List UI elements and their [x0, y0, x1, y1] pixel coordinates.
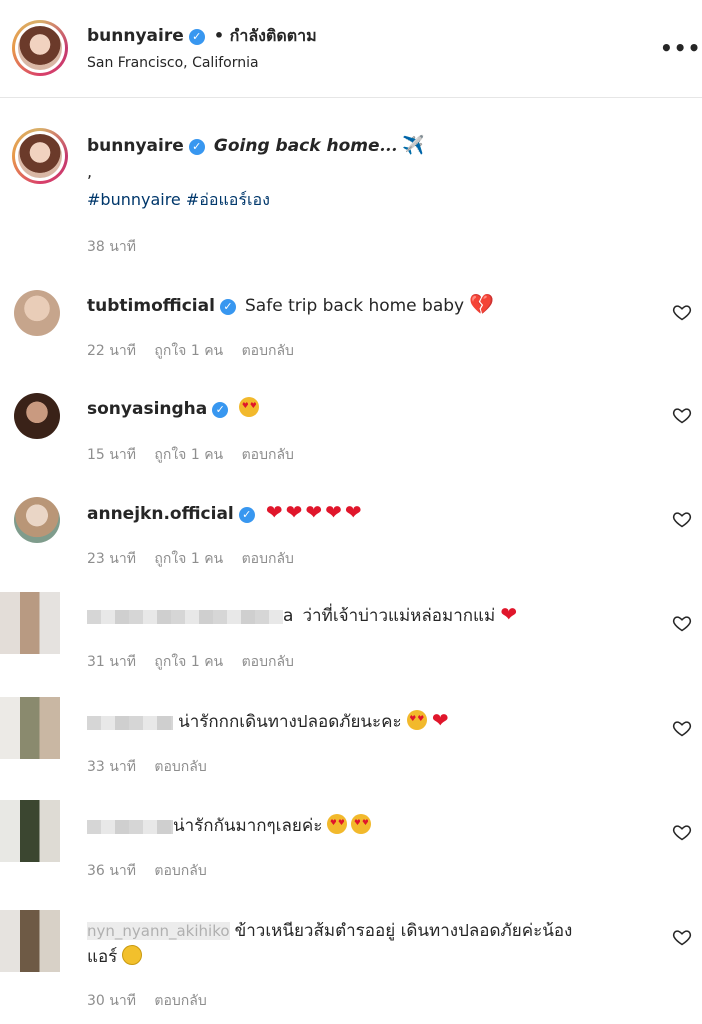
comment-likes[interactable]: ถูกใจ 1 คน — [154, 447, 223, 463]
caption-username[interactable]: bunnyaire — [87, 136, 184, 156]
like-heart-icon[interactable] — [672, 613, 692, 633]
comment-time: 23 นาที — [87, 551, 136, 567]
blurred-username — [87, 819, 173, 834]
caption-hashtags[interactable]: #bunnyaire #อ่อแอร์เอง — [87, 188, 270, 213]
like-heart-icon[interactable] — [672, 302, 692, 322]
heart-eyes-emoji-icon — [327, 814, 348, 834]
comment-text: Safe trip back home baby — [245, 296, 465, 316]
verified-badge-icon: ✓ — [188, 28, 205, 45]
comment-text: น่ารักกันมากๆเลยค่ะ — [173, 816, 323, 836]
verified-badge-icon: ✓ — [188, 138, 205, 155]
comment: tubtimofficial ✓ Safe trip back home baby… — [87, 292, 494, 316]
smiling-face-emoji-icon — [122, 945, 143, 965]
reply-button[interactable]: ตอบกลับ — [154, 863, 206, 879]
verified-badge-icon: ✓ — [238, 506, 255, 523]
reply-button[interactable]: ตอบกลับ — [242, 654, 294, 670]
comment-text: น่ารักกกเดินทางปลอดภัยนะคะ — [178, 712, 402, 732]
comment: nyn_nyann_akihiko ข้าวเหนียวส้มตำรออยู่ … — [87, 918, 647, 970]
blurred-username[interactable]: nyn_nyann_akihiko — [87, 922, 230, 940]
comment: น่ารักกกเดินทางปลอดภัยนะคะ ❤ — [87, 708, 449, 735]
avatar[interactable] — [0, 697, 60, 759]
comment-text: ข้าวเหนียวส้มตำรออยู่ เดินทางปลอดภัยค่ะน… — [234, 921, 573, 941]
heart-eyes-emoji-icon — [239, 397, 260, 417]
like-heart-icon[interactable] — [672, 405, 692, 425]
caption-text: 𝙂𝙤𝙞𝙣𝙜 𝙗𝙖𝙘𝙠 𝙝𝙤𝙢𝙚... — [213, 136, 398, 156]
blurred-username — [87, 609, 283, 624]
comment-time: 33 นาที — [87, 759, 136, 775]
heart-emoji-icon: ❤ — [431, 708, 449, 732]
avatar[interactable] — [14, 290, 60, 336]
comment-text-line2: แอร์ — [87, 947, 118, 967]
reply-button[interactable]: ตอบกลับ — [154, 759, 206, 775]
comment-time: 22 นาที — [87, 343, 136, 359]
avatar[interactable] — [12, 128, 68, 184]
caption-time: 38 นาที — [87, 239, 136, 255]
comment-time: 36 นาที — [87, 863, 136, 879]
avatar[interactable] — [14, 497, 60, 543]
comment-time: 15 นาที — [87, 447, 136, 463]
verified-badge-icon: ✓ — [212, 401, 229, 418]
hearts-emoji-icon: ❤❤❤❤❤ — [265, 500, 365, 524]
comment-likes[interactable]: ถูกใจ 1 คน — [154, 654, 223, 670]
airplane-icon: ✈️ — [402, 135, 425, 156]
avatar[interactable] — [0, 910, 60, 972]
comment: น่ารักกันมากๆเลยค่ะ — [87, 812, 372, 839]
avatar[interactable] — [0, 800, 60, 862]
comment: annejkn.official ✓ ❤❤❤❤❤ — [87, 500, 365, 524]
comment-likes[interactable]: ถูกใจ 1 คน — [154, 343, 223, 359]
username[interactable]: bunnyaire — [87, 26, 184, 46]
username-suffix[interactable]: a — [283, 606, 293, 626]
comment-username[interactable]: sonyasingha — [87, 399, 207, 419]
comment-username[interactable]: annejkn.official — [87, 504, 234, 524]
comment-text: ว่าที่เจ้าบ่าวแม่หล่อมากแม่ — [302, 606, 496, 626]
reply-button[interactable]: ตอบกลับ — [242, 343, 294, 359]
avatar[interactable] — [0, 592, 60, 654]
verified-badge-icon: ✓ — [219, 298, 236, 315]
comment-time: 31 นาที — [87, 654, 136, 670]
like-heart-icon[interactable] — [672, 822, 692, 842]
follow-status[interactable]: • กำลังติดตาม — [214, 26, 317, 45]
reply-button[interactable]: ตอบกลับ — [242, 447, 294, 463]
broken-heart-icon: 💔 — [469, 292, 495, 316]
comment: sonyasingha ✓ — [87, 397, 260, 419]
like-heart-icon[interactable] — [672, 927, 692, 947]
reply-button[interactable]: ตอบกลับ — [154, 993, 206, 1009]
blurred-username — [87, 715, 173, 730]
more-options-icon[interactable]: ••• — [660, 36, 701, 60]
heart-eyes-emoji-icon — [351, 814, 372, 834]
comment-likes[interactable]: ถูกใจ 1 คน — [154, 551, 223, 567]
reply-button[interactable]: ตอบกลับ — [242, 551, 294, 567]
heart-emoji-icon: ❤ — [500, 602, 518, 626]
avatar[interactable] — [12, 20, 68, 76]
like-heart-icon[interactable] — [672, 718, 692, 738]
comment-username[interactable]: tubtimofficial — [87, 296, 215, 316]
caption-dot: , — [87, 162, 93, 181]
heart-eyes-emoji-icon — [406, 710, 427, 730]
avatar[interactable] — [14, 393, 60, 439]
comment: a ว่าที่เจ้าบ่าวแม่หล่อมากแม่ ❤ — [87, 602, 517, 629]
like-heart-icon[interactable] — [672, 509, 692, 529]
comment-time: 30 นาที — [87, 993, 136, 1009]
location[interactable]: San Francisco, California — [87, 55, 259, 71]
post-header: bunnyaire ✓ • กำลังติดตาม San Francisco, … — [0, 0, 702, 98]
